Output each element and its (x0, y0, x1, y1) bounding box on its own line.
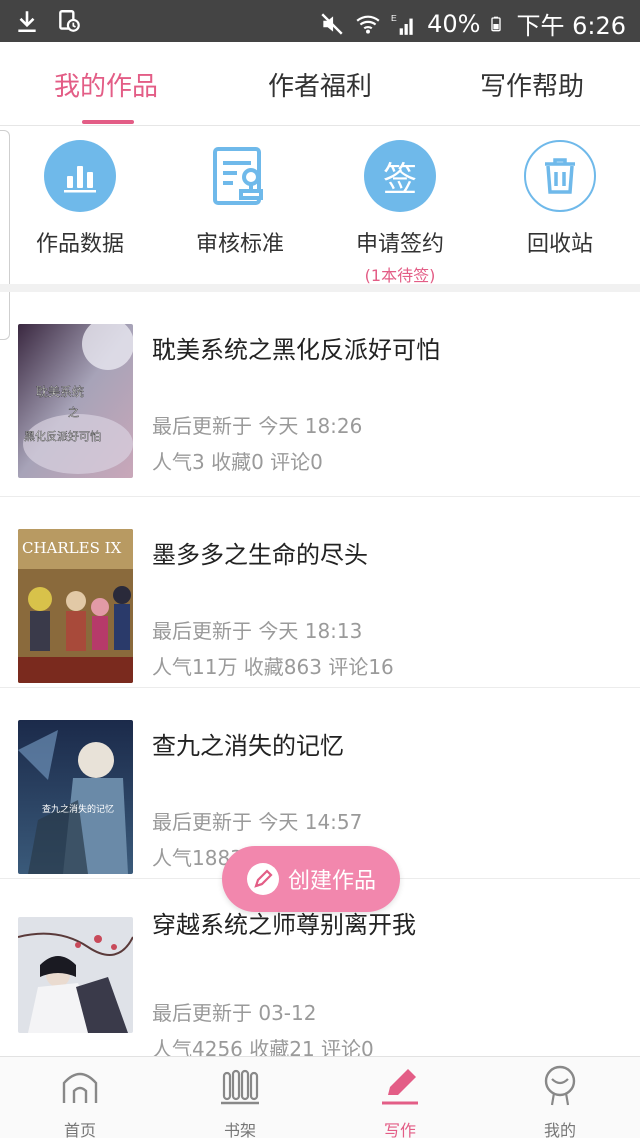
home-icon (62, 1072, 98, 1103)
trash-icon (524, 140, 596, 212)
book-cover: CHARLES IX (18, 529, 133, 683)
signal-icon: E (391, 12, 413, 35)
svg-text:CHARLES IX: CHARLES IX (22, 539, 122, 557)
work-updated-time: 最后更新于 03-12 (152, 1001, 317, 1025)
mute-icon (321, 12, 343, 35)
create-work-label: 创建作品 (287, 869, 376, 894)
top-tabs: 我的作品 作者福利 写作帮助 (0, 42, 640, 126)
nav-write[interactable]: 写作 (320, 1063, 480, 1138)
work-updated-time: 最后更新于 今天 18:13 (152, 619, 363, 643)
create-work-button[interactable]: 创建作品 (222, 846, 400, 912)
active-tab-indicator (82, 120, 134, 124)
nav-home[interactable]: 首页 (0, 1063, 160, 1138)
work-item[interactable]: 耽美系统 之 黑化反派好可怕 耽美系统之黑化反派好可怕 最后更新于 今天 18:… (0, 292, 640, 497)
work-stats: 人气3 收藏0 评论0 (152, 450, 323, 474)
tab-author-benefits[interactable]: 作者福利 (220, 66, 420, 103)
screenshot-notification-icon (59, 10, 80, 32)
sign-icon: 签 (364, 140, 436, 212)
book-cover: 查九之消失的记忆 (18, 720, 133, 874)
work-item[interactable]: CHARLES IX 墨多多之生命的尽头 最后更新于 今天 18:13 人气11… (0, 497, 640, 688)
work-stats: 人气11万 收藏863 评论16 (152, 655, 394, 679)
pending-count: (1本待签) (364, 266, 436, 285)
pen-icon (382, 1069, 418, 1105)
svg-text:E: E (391, 12, 397, 22)
battery-percent: 40% (427, 9, 481, 38)
work-updated-time: 最后更新于 今天 18:26 (152, 414, 363, 438)
clock: 下午 6:26 (516, 12, 626, 40)
svg-text:查九之消失的记忆: 查九之消失的记忆 (42, 803, 114, 815)
status-bar: E 40% 下午 6:26 (0, 0, 640, 42)
download-icon (18, 11, 36, 33)
bookshelf-icon (221, 1069, 259, 1105)
book-cover: 耽美系统 之 黑化反派好可怕 (18, 324, 133, 478)
wifi-icon (356, 15, 380, 34)
bottom-nav: 首页 书架 写作 我的 (0, 1056, 640, 1138)
pencil-icon (246, 863, 279, 895)
work-title: 耽美系统之黑化反派好可怕 (152, 336, 440, 364)
tab-my-works[interactable]: 我的作品 (6, 66, 206, 103)
battery-icon (491, 16, 502, 31)
section-divider (0, 284, 640, 292)
document-stamp-icon (204, 140, 276, 212)
action-label: 作品数据 (35, 232, 124, 257)
profile-icon (544, 1065, 576, 1106)
nav-bookshelf[interactable]: 书架 (160, 1063, 320, 1138)
svg-text:之: 之 (68, 405, 79, 419)
book-cover (18, 917, 133, 1033)
svg-text:耽美系统: 耽美系统 (36, 385, 84, 399)
svg-text:黑化反派好可怕: 黑化反派好可怕 (24, 429, 101, 443)
work-title: 查九之消失的记忆 (152, 732, 344, 760)
action-apply-contract[interactable]: 签 申请签约 (1本待签) (320, 140, 480, 286)
tab-writing-help[interactable]: 写作帮助 (432, 66, 632, 103)
action-recycle-bin[interactable]: 回收站 (480, 140, 640, 258)
bar-chart-icon (44, 140, 116, 212)
action-label: 审核标准 (195, 232, 284, 257)
action-label: 申请签约 (355, 232, 444, 257)
works-list: 耽美系统 之 黑化反派好可怕 耽美系统之黑化反派好可怕 最后更新于 今天 18:… (0, 292, 640, 1070)
action-review-standards[interactable]: 审核标准 (160, 140, 320, 258)
quick-actions: 作品数据 审核标准 签 申请签约 (1本待签) 回收站 (0, 126, 640, 286)
action-work-data[interactable]: 作品数据 (0, 140, 160, 258)
action-label: 回收站 (526, 232, 593, 257)
nav-profile[interactable]: 我的 (480, 1063, 640, 1138)
work-updated-time: 最后更新于 今天 14:57 (152, 810, 363, 834)
work-title: 墨多多之生命的尽头 (152, 541, 368, 569)
